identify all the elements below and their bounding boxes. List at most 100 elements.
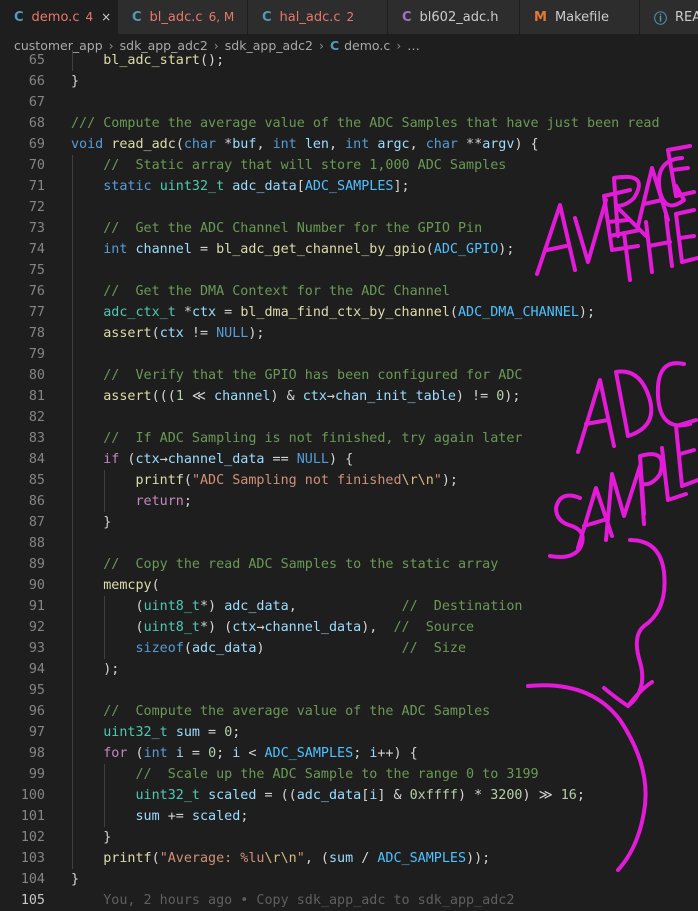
- code-line[interactable]: 86 return;: [0, 491, 698, 512]
- code-line[interactable]: 92 (uint8_t*) (ctx→channel_data), // Sou…: [0, 617, 698, 638]
- line-number: 86: [28, 494, 45, 509]
- code-token: sizeof: [135, 641, 184, 656]
- line-number: 93: [28, 641, 45, 656]
- line-number: 90: [28, 578, 45, 593]
- code-token: adc_data: [224, 599, 289, 614]
- code-line[interactable]: 103 printf("Average: %lu\r\n", (sum / AD…: [0, 848, 698, 869]
- code-line[interactable]: 66}: [0, 71, 698, 92]
- code-line[interactable]: 70 // Static array that will store 1,000…: [0, 155, 698, 176]
- code-token: memcpy: [103, 578, 152, 593]
- line-number: 103: [20, 851, 45, 866]
- code-line[interactable]: 91 (uint8_t*) adc_data, // Destination: [0, 596, 698, 617]
- file-type-icon: ⓘ: [654, 11, 668, 27]
- code-token: (: [449, 305, 458, 320]
- code-line[interactable]: 99 // Scale up the ADC Sample to the ran…: [0, 764, 698, 785]
- code-line[interactable]: 83 // If ADC Sampling is not finished, t…: [0, 428, 698, 449]
- line-number: 73: [28, 221, 45, 236]
- code-line[interactable]: 71 static uint32_t adc_data[ADC_SAMPLES]…: [0, 176, 698, 197]
- code-token: =: [200, 725, 225, 740]
- code-token: // Get the DMA Context for the ADC Chann…: [103, 284, 450, 299]
- code-token: /: [353, 851, 378, 866]
- code-token: 1: [175, 389, 184, 404]
- code-token: ": [296, 851, 305, 866]
- tab-label: Makefile: [554, 9, 609, 25]
- code-text: }: [71, 512, 111, 533]
- code-editor[interactable]: 65 bl_adc_start(); 66} 67 68/// Compute the…: [0, 50, 698, 911]
- close-tab-icon[interactable]: ×: [101, 10, 111, 24]
- code-line[interactable]: 85 printf("ADC Sampling not finished\r\n…: [0, 470, 698, 491]
- code-token: ,: [409, 137, 426, 152]
- code-line[interactable]: 104}: [0, 869, 698, 890]
- code-line[interactable]: 79: [0, 344, 698, 365]
- code-token: );: [248, 326, 265, 341]
- code-line[interactable]: 100 uint32_t scaled = ((adc_data[i] & 0x…: [0, 785, 698, 806]
- code-token: ADC_SAMPLES: [377, 851, 467, 866]
- tab-0[interactable]: Cdemo.c 4 ×: [0, 0, 118, 34]
- code-text: // Copy the read ADC Samples to the stat…: [71, 554, 498, 575]
- code-token: +=: [159, 809, 192, 824]
- code-token: argc: [377, 137, 410, 152]
- code-text: }: [71, 869, 79, 890]
- code-line[interactable]: 80 // Verify that the GPIO has been conf…: [0, 365, 698, 386]
- line-number: 71: [28, 179, 45, 194]
- code-token: 16: [560, 788, 577, 803]
- code-token: }: [71, 872, 80, 887]
- tab-label: REA: [675, 9, 698, 25]
- code-token: ) !=: [455, 389, 497, 404]
- code-line[interactable]: 105 You, 2 hours ago • Copy sdk_app_adc …: [0, 890, 698, 911]
- code-token: ));: [466, 851, 491, 866]
- code-line[interactable]: 68 /// Compute the average value of the A…: [0, 113, 698, 134]
- code-line[interactable]: 72: [0, 197, 698, 218]
- code-line[interactable]: 77 adc_ctx_t *ctx = bl_dma_find_ctx_by_c…: [0, 302, 698, 323]
- tab-4[interactable]: M Makefile: [520, 0, 640, 34]
- code-line[interactable]: 81 assert(((1 ≪ channel) & ctx→chan_init…: [0, 386, 698, 407]
- code-line[interactable]: 102 }: [0, 827, 698, 848]
- code-line[interactable]: 78 assert(ctx != NULL);: [0, 323, 698, 344]
- code-line[interactable]: 65 bl_adc_start();: [0, 50, 698, 71]
- code-token: (: [151, 326, 160, 341]
- code-line[interactable]: 97 uint32_t sum = 0;: [0, 722, 698, 743]
- code-token: /// Compute the average value of the ADC…: [71, 116, 660, 131]
- tab-2[interactable]: Chal_adc.c 2: [248, 0, 388, 34]
- code-line[interactable]: 94 );: [0, 659, 698, 680]
- code-token: }: [103, 830, 112, 845]
- code-line[interactable]: 95: [0, 680, 698, 701]
- line-number: 89: [28, 557, 45, 572]
- code-line[interactable]: 87 }: [0, 512, 698, 533]
- tab-5[interactable]: ⓘ REA: [640, 0, 698, 34]
- code-token: = ((: [256, 788, 297, 803]
- code-token: uint8_t: [143, 620, 200, 635]
- code-line[interactable]: 76 // Get the DMA Context for the ADC Ch…: [0, 281, 698, 302]
- code-text: bl_adc_start();: [71, 50, 224, 71]
- code-line[interactable]: 73 // Get the ADC Channel Number for the…: [0, 218, 698, 239]
- code-line[interactable]: 93 sizeof(adc_data) // Size: [0, 638, 698, 659]
- code-text: );: [71, 659, 119, 680]
- file-type-icon: C: [402, 9, 412, 25]
- code-line[interactable]: 96 // Compute the average value of the A…: [0, 701, 698, 722]
- code-token: // Source: [393, 620, 475, 635]
- code-line[interactable]: 84 if (ctx→channel_data == NULL) {: [0, 449, 698, 470]
- code-line[interactable]: 74 int channel = bl_adc_get_channel_by_g…: [0, 239, 698, 260]
- code-line[interactable]: 101 sum += scaled;: [0, 806, 698, 827]
- code-token: <: [240, 746, 265, 761]
- code-line[interactable]: 67: [0, 92, 698, 113]
- tab-3[interactable]: Cbl602_adc.h: [388, 0, 520, 34]
- code-token: );: [504, 389, 521, 404]
- code-text: void read_adc(char *buf, int len, int ar…: [71, 134, 539, 155]
- code-line[interactable]: 88: [0, 533, 698, 554]
- file-type-icon: C: [132, 9, 142, 25]
- code-line[interactable]: 82: [0, 407, 698, 428]
- code-line[interactable]: 69 void read_adc(char *buf, int len, int …: [0, 134, 698, 155]
- tab-1[interactable]: Cbl_adc.c 6, M: [118, 0, 248, 34]
- line-number: 101: [20, 809, 45, 824]
- code-token: // Scale up the ADC Sample to the range …: [135, 767, 539, 782]
- code-line[interactable]: 90 memcpy(: [0, 575, 698, 596]
- code-token: bl_adc_get_channel_by_gpio: [216, 242, 426, 257]
- code-line[interactable]: 75: [0, 260, 698, 281]
- code-token: !=: [183, 326, 217, 341]
- code-text: static uint32_t adc_data[ADC_SAMPLES];: [71, 176, 409, 197]
- code-line[interactable]: 89 // Copy the read ADC Samples to the s…: [0, 554, 698, 575]
- code-token: return: [135, 494, 184, 509]
- code-line[interactable]: 98 for (int i = 0; i < ADC_SAMPLES; i++)…: [0, 743, 698, 764]
